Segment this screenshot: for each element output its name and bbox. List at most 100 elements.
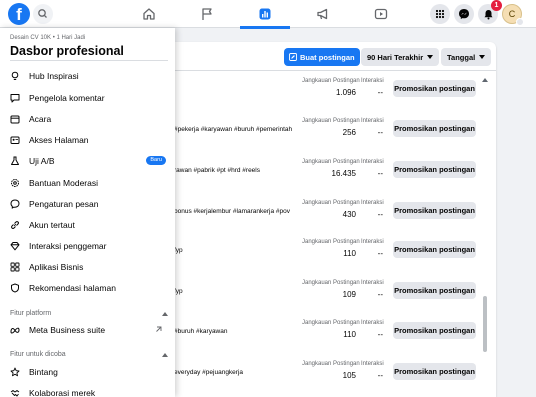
link-icon xyxy=(10,220,20,230)
interaction-value: -- xyxy=(377,128,383,137)
promote-post-button[interactable]: Promosikan postingan xyxy=(393,80,476,97)
chevron-up-icon[interactable] xyxy=(162,312,168,316)
reach-value: 16.435 xyxy=(331,169,356,178)
promote-post-button[interactable]: Promosikan postingan xyxy=(393,241,476,258)
id-card-icon xyxy=(10,135,20,145)
facebook-logo[interactable]: f xyxy=(8,3,30,25)
sort-label: Tanggal xyxy=(447,52,476,62)
interaction-value: -- xyxy=(377,210,383,219)
promote-post-button[interactable]: Promosikan postingan xyxy=(393,363,476,380)
interaction-value: -- xyxy=(377,249,383,258)
page-meta: Desain CV 10K • 1 Hari Jadi xyxy=(10,35,86,41)
meta-icon xyxy=(10,325,20,335)
interaction-value: -- xyxy=(377,88,383,97)
nav-professional-dashboard[interactable] xyxy=(236,0,294,29)
nav-home[interactable] xyxy=(120,0,178,28)
sidebar-item-uji-ab[interactable]: Uji A/B Baru xyxy=(4,151,170,171)
reach-label: Jangkauan Postingan xyxy=(302,320,360,326)
chevron-up-icon[interactable] xyxy=(162,353,168,357)
post-caption: bonus #kerjalembur #lamarankerja #pov xyxy=(174,208,290,215)
apps-icon xyxy=(10,262,20,272)
reach-label: Jangkauan Postingan xyxy=(302,200,360,206)
sidebar-item-pengaturan-pesan[interactable]: Pengaturan pesan xyxy=(4,194,170,214)
nav-video[interactable] xyxy=(352,0,410,28)
video-icon xyxy=(374,8,388,20)
table-row: everyday #pejuangkerja Jangkauan Posting… xyxy=(168,355,478,395)
messenger-icon xyxy=(459,9,469,19)
sidebar-item-bantuan-moderasi[interactable]: Bantuan Moderasi xyxy=(4,173,170,193)
account-caret[interactable] xyxy=(516,18,524,26)
chevron-down-icon xyxy=(427,55,434,59)
handshake-icon xyxy=(10,388,20,397)
create-post-button[interactable]: Buat postingan xyxy=(284,48,360,66)
home-icon xyxy=(143,8,155,20)
date-range-dropdown[interactable]: 90 Hari Terakhir xyxy=(361,48,440,66)
post-caption: fyp xyxy=(174,247,183,254)
sidebar-item-pengelola-komentar[interactable]: Pengelola komentar xyxy=(4,88,170,108)
comment-icon xyxy=(10,93,20,103)
sidebar-item-acara[interactable]: Acara xyxy=(4,109,170,129)
sidebar-item-hub-inspirasi[interactable]: Hub Inspirasi xyxy=(4,66,170,86)
new-badge: Baru xyxy=(146,156,166,165)
notifications-button[interactable]: 1 xyxy=(478,0,502,24)
message-icon xyxy=(10,199,20,209)
sidebar-item-meta-business-suite[interactable]: Meta Business suite xyxy=(4,320,170,340)
external-link-icon xyxy=(156,326,162,332)
sort-dropdown[interactable]: Tanggal xyxy=(441,48,492,66)
table-row: bonus #kerjalembur #lamarankerja #pov Ja… xyxy=(168,194,478,234)
promote-post-button[interactable]: Promosikan postingan xyxy=(393,202,476,219)
sidebar-item-label: Interaksi penggemar xyxy=(29,241,107,251)
toolbar-divider xyxy=(168,70,496,71)
table-row: #pekerja #karyawan #buruh #pemerintah Ja… xyxy=(168,112,478,152)
sidebar-item-aplikasi-bisnis[interactable]: Aplikasi Bisnis xyxy=(4,257,170,277)
lightbulb-icon xyxy=(10,71,20,81)
promote-post-button[interactable]: Promosikan postingan xyxy=(393,120,476,137)
messenger-button[interactable] xyxy=(454,4,474,24)
interaction-label: Interaksi xyxy=(361,200,384,206)
diamond-icon xyxy=(10,241,20,251)
promote-post-button[interactable]: Promosikan postingan xyxy=(393,161,476,178)
gear-icon xyxy=(10,178,20,188)
promote-post-button[interactable]: Promosikan postingan xyxy=(393,322,476,339)
sidebar-item-label: Akses Halaman xyxy=(29,135,89,145)
sidebar-item-interaksi-penggemar[interactable]: Interaksi penggemar xyxy=(4,236,170,256)
sidebar-item-bintang[interactable]: Bintang xyxy=(4,362,170,382)
bar-chart-icon xyxy=(259,8,271,20)
reach-label: Jangkauan Postingan xyxy=(302,280,360,286)
reach-value: 1.096 xyxy=(335,88,356,97)
interaction-label: Interaksi xyxy=(361,118,384,124)
create-post-label: Buat postingan xyxy=(300,52,355,62)
post-caption: rawan #pabrik #pt #hrd #reels xyxy=(174,167,260,174)
nav-pages[interactable] xyxy=(178,0,236,28)
post-caption: #buruh #karyawan xyxy=(174,328,228,335)
sidebar-item-label: Hub Inspirasi xyxy=(29,71,79,81)
post-caption: fyp xyxy=(174,288,183,295)
post-caption: everyday #pejuangkerja xyxy=(174,369,244,376)
shield-icon xyxy=(10,283,20,293)
menu-button[interactable] xyxy=(430,4,450,24)
sidebar-item-label: Aplikasi Bisnis xyxy=(29,262,84,272)
reach-label: Jangkauan Postingan xyxy=(302,118,360,124)
flask-icon xyxy=(10,156,20,166)
sidebar-item-kolaborasi-merek[interactable]: Kolaborasi merek xyxy=(4,383,170,397)
sidebar-item-akun-tertaut[interactable]: Akun tertaut xyxy=(4,215,170,235)
nav-ads[interactable] xyxy=(294,0,352,28)
search-button[interactable] xyxy=(33,4,53,24)
scrollbar-thumb[interactable] xyxy=(483,296,487,352)
interaction-label: Interaksi xyxy=(361,78,384,84)
interaction-value: -- xyxy=(377,290,383,299)
section-heading-try: Fitur untuk dicoba xyxy=(10,351,66,358)
interaction-label: Interaksi xyxy=(361,320,384,326)
reach-value: 430 xyxy=(342,210,356,219)
sidebar-item-label: Akun tertaut xyxy=(29,220,75,230)
notification-badge: 1 xyxy=(491,0,502,11)
sidebar-item-rekomendasi-halaman[interactable]: Rekomendasi halaman xyxy=(4,278,170,298)
scroll-up-arrow[interactable] xyxy=(482,78,488,82)
bell-icon xyxy=(484,9,492,19)
promote-post-button[interactable]: Promosikan postingan xyxy=(393,282,476,299)
date-range-label: 90 Hari Terakhir xyxy=(367,52,424,62)
interaction-value: -- xyxy=(377,330,383,339)
flag-icon xyxy=(202,8,212,20)
table-row: fyp Jangkauan Postingan 109 Interaksi --… xyxy=(168,274,478,314)
sidebar-item-akses-halaman[interactable]: Akses Halaman xyxy=(4,130,170,150)
